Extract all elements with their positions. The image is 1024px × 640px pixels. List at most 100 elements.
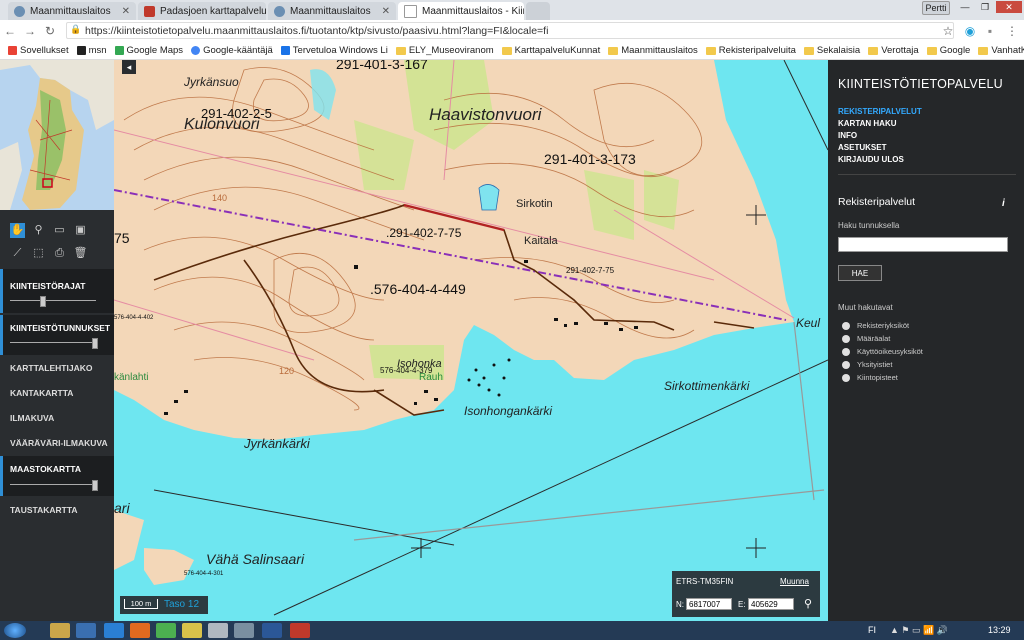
layer-ilmakuva[interactable]: ILMAKUVA <box>0 413 114 427</box>
bookmark-windows[interactable]: Tervetuloa Windows Li <box>280 45 388 56</box>
maximize-icon[interactable]: ❐ <box>976 1 994 13</box>
slider-handle[interactable] <box>92 480 98 491</box>
overview-minimap[interactable] <box>0 60 114 210</box>
language-indicator[interactable]: FI <box>868 625 876 635</box>
window-icon[interactable]: ▣ <box>73 223 88 238</box>
e-label: E: <box>738 600 746 609</box>
ie-icon[interactable] <box>104 623 124 638</box>
radio-rekisteriyksikot[interactable]: Rekisteriyksiköt <box>842 321 909 330</box>
bookmark-folder[interactable]: Sekalaisia <box>803 45 860 56</box>
word-icon[interactable] <box>262 623 282 638</box>
minimize-icon[interactable]: — <box>956 1 974 13</box>
slider-handle[interactable] <box>40 296 46 307</box>
radio-kayttooikeusyksikot[interactable]: Käyttöoikeusyksiköt <box>842 347 923 356</box>
section-title: Rekisteripalvelut <box>838 196 916 208</box>
folder-icon <box>978 46 989 55</box>
bookmark-folder[interactable]: Rekisteripalveluita <box>705 45 796 56</box>
print-icon[interactable]: ⎙ <box>52 246 67 261</box>
n-coordinate-input[interactable] <box>686 598 732 610</box>
convert-link[interactable]: Muunna <box>780 577 809 586</box>
new-tab-button[interactable] <box>526 2 550 20</box>
browser-tab-2[interactable]: Padasjoen karttapalvelu ✕ <box>138 2 266 20</box>
bookmark-translate[interactable]: Google-kääntäjä <box>191 45 273 56</box>
measure-line-icon[interactable]: ⟋ <box>10 246 25 261</box>
bookmark-google-maps[interactable]: Google Maps <box>114 45 183 56</box>
contour-label: 140 <box>212 193 228 203</box>
layer-opacity-slider[interactable] <box>10 338 98 349</box>
close-icon[interactable]: ✕ <box>118 6 130 17</box>
collapse-panel-icon[interactable]: ◂ <box>122 60 136 74</box>
bookmark-folder[interactable]: ELY_Museoviranom <box>395 45 494 56</box>
radio-dot[interactable] <box>842 360 850 369</box>
tray-icons[interactable]: ▲ ⚑ ▭ 📶 🔊 <box>890 625 948 636</box>
browser-tab-1[interactable]: Maanmittauslaitos ✕ <box>8 2 136 20</box>
bookmark-msn[interactable]: msn <box>76 45 107 56</box>
back-icon[interactable]: ← <box>2 23 18 39</box>
radio-maaraalat[interactable]: Määräalat <box>842 334 890 343</box>
extension-icon[interactable]: ▪ <box>982 23 998 39</box>
radio-kiintopisteet[interactable]: Kiintopisteet <box>842 373 898 382</box>
forward-icon[interactable]: → <box>22 23 38 39</box>
radio-dot[interactable] <box>842 321 850 330</box>
e-coordinate-input[interactable] <box>748 598 794 610</box>
pan-hand-icon[interactable]: ✋ <box>10 223 25 238</box>
measure-ruler-icon[interactable]: ▭ <box>52 223 67 238</box>
app-icon[interactable] <box>234 623 254 638</box>
url-input[interactable]: https://kiinteistotietopalvelu.maanmitta… <box>66 22 954 39</box>
pin-icon[interactable]: ⚲ <box>31 223 46 238</box>
layer-taustakartta[interactable]: TAUSTAKARTTA <box>0 505 114 519</box>
finland-overview-map <box>0 60 114 210</box>
radio-yksityistiet[interactable]: Yksityistiet <box>842 360 892 369</box>
media-player-icon[interactable] <box>76 623 96 638</box>
bookmark-folder[interactable]: Verottaja <box>868 45 919 56</box>
pin-icon[interactable]: ⚲ <box>804 597 812 610</box>
layer-kiinteistotunnukset[interactable]: KIINTEISTÖTUNNUKSET <box>0 315 114 355</box>
bookmark-folder[interactable]: VanhatKartat <box>978 45 1024 56</box>
bookmark-apps[interactable]: Sovellukset <box>8 45 69 56</box>
globe-icon <box>14 5 25 17</box>
bookmark-folder[interactable]: Google <box>926 45 970 56</box>
slider-handle[interactable] <box>92 338 98 349</box>
menu-kartan-haku[interactable]: KARTAN HAKU <box>838 119 897 128</box>
layer-opacity-slider[interactable] <box>10 296 96 307</box>
place-label: Kaitala <box>524 235 558 247</box>
user-badge[interactable]: Pertti <box>922 1 950 15</box>
radio-dot[interactable] <box>842 373 850 382</box>
menu-rekisteripalvelut[interactable]: REKISTERIPALVELUT <box>838 107 922 116</box>
chrome-icon[interactable] <box>156 623 176 638</box>
layer-karttalehtijako[interactable]: KARTTALEHTIJAKO <box>0 363 114 377</box>
info-icon[interactable]: i <box>1002 198 1005 209</box>
folder-icon[interactable] <box>182 623 202 638</box>
radio-dot[interactable] <box>842 347 850 356</box>
browser-tab-4[interactable]: Maanmittauslaitos - Kiint ✕ <box>398 2 524 20</box>
menu-icon[interactable]: ⋮ <box>1004 23 1020 39</box>
layer-vaaravari-ilmakuva[interactable]: VÄÄRÄVÄRI-ILMAKUVA <box>0 438 114 452</box>
search-input[interactable] <box>838 237 1008 252</box>
reload-icon[interactable]: ↻ <box>42 23 58 39</box>
radio-dot[interactable] <box>842 334 850 343</box>
left-sidebar: ✋ ⚲ ▭ ▣ ⟋ ⬚ ⎙ 🗑 KIINTEISTÖRAJAT KIINTEIS… <box>0 60 114 621</box>
explorer-icon[interactable] <box>50 623 70 638</box>
measure-area-icon[interactable]: ⬚ <box>31 246 46 261</box>
firefox-icon[interactable] <box>130 623 150 638</box>
bookmark-folder[interactable]: Maanmittauslaitos <box>608 45 698 56</box>
menu-kirjaudu-ulos[interactable]: KIRJAUDU ULOS <box>838 155 904 164</box>
layer-kantakartta[interactable]: KANTAKARTTA <box>0 388 114 402</box>
address-bar: ← → ↻ https://kiinteistotietopalvelu.maa… <box>0 20 1024 43</box>
layer-kiinteistorajat[interactable]: KIINTEISTÖRAJAT <box>0 269 114 313</box>
close-window-icon[interactable]: ✕ <box>996 1 1022 13</box>
start-button-icon[interactable] <box>4 623 26 638</box>
menu-info[interactable]: INFO <box>838 131 857 140</box>
map-canvas[interactable]: Jyrkänsuo Kulonvuori Haavistonvuori Sirk… <box>114 60 828 621</box>
bookmark-folder[interactable]: KarttapalveluKunnat <box>501 45 600 56</box>
extension-icon[interactable]: ◉ <box>962 23 978 39</box>
browser-tab-3[interactable]: Maanmittauslaitos ✕ <box>268 2 396 20</box>
app-icon[interactable] <box>208 623 228 638</box>
star-icon[interactable]: ☆ <box>940 23 956 39</box>
menu-asetukset[interactable]: ASETUKSET <box>838 143 886 152</box>
trash-icon[interactable]: 🗑 <box>73 246 88 261</box>
pdf-icon[interactable] <box>290 623 310 638</box>
close-icon[interactable]: ✕ <box>378 6 390 17</box>
layer-opacity-slider[interactable] <box>10 480 98 491</box>
search-button[interactable]: HAE <box>838 265 882 281</box>
